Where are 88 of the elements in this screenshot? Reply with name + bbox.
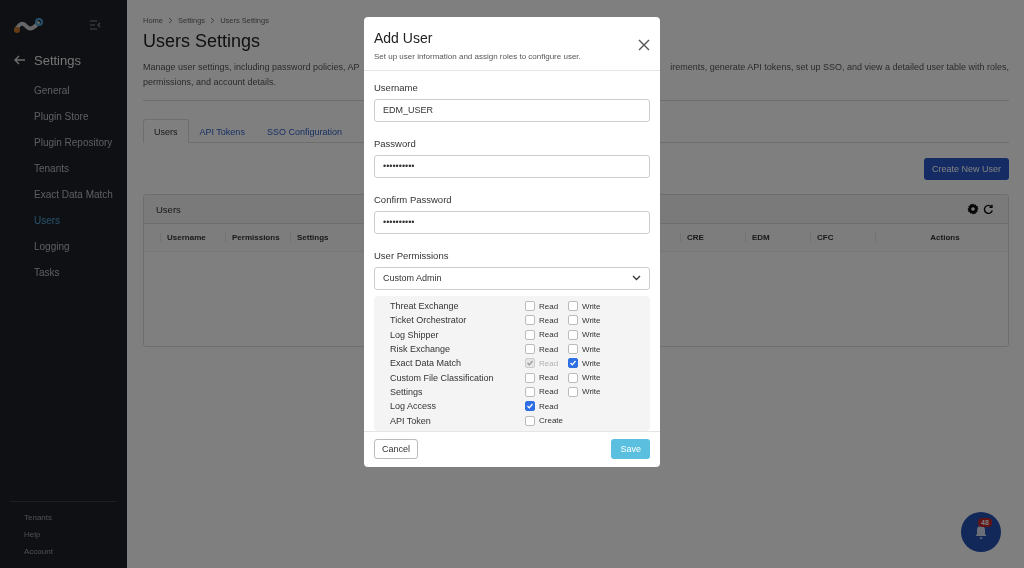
page-title: Users Settings [143, 31, 261, 52]
dialog-subtitle: Set up user information and assign roles to configure user. [374, 52, 582, 61]
checkbox[interactable] [568, 344, 578, 354]
sidebar-item[interactable]: Tasks [0, 259, 127, 285]
tab[interactable]: SSO Configuration [255, 119, 353, 143]
checkbox[interactable] [525, 344, 535, 354]
checkbox[interactable] [525, 301, 535, 312]
checkbox[interactable] [568, 358, 578, 369]
cancel-button[interactable]: Cancel [374, 439, 418, 460]
page-description: Manage user settings, including password policies, AP [143, 62, 360, 72]
checkbox[interactable] [568, 315, 578, 326]
permission-name: Settings [390, 386, 424, 397]
tab[interactable]: Users [143, 119, 189, 143]
breadcrumb-chevron-icon [210, 16, 216, 25]
checkbox-label: Read [539, 330, 559, 340]
checkbox-label: Read [539, 344, 559, 354]
checkbox[interactable] [525, 386, 535, 397]
checkbox-label: Read [539, 387, 559, 397]
chevron-down-icon [632, 275, 641, 282]
back-arrow-icon[interactable] [14, 55, 26, 65]
close-icon[interactable] [637, 38, 651, 52]
checkbox[interactable] [525, 415, 535, 426]
collapse-menu-icon[interactable] [89, 20, 101, 30]
input-field[interactable]: •••••••••• [374, 211, 650, 234]
panel-title: Users [156, 203, 181, 215]
checkbox[interactable] [525, 372, 535, 383]
checkbox[interactable] [568, 372, 578, 383]
sidebar-item[interactable]: Tenants [0, 155, 127, 181]
checkbox[interactable] [525, 329, 535, 340]
field-label: Password [374, 138, 417, 150]
permission-name: API Token [390, 415, 432, 426]
checkbox[interactable] [525, 315, 535, 326]
sidebar-footer-link[interactable]: Account [10, 543, 117, 560]
breadcrumb-chevron-icon [168, 16, 173, 25]
dialog-title: Add User [374, 30, 433, 46]
checkbox-label: Write [582, 301, 601, 311]
checkbox-label: Read [539, 373, 559, 383]
sidebar-item[interactable]: Plugin Repository [0, 129, 127, 155]
checkbox-label: Read [539, 301, 559, 311]
checkbox[interactable] [568, 301, 578, 312]
checkbox-label: Write [582, 330, 601, 340]
column-header: CRE [680, 233, 745, 242]
input-field[interactable]: •••••••••• [374, 155, 650, 178]
sidebar-item[interactable]: Exact Data Match [0, 181, 127, 207]
role-dropdown[interactable]: Custom Admin [374, 267, 650, 290]
column-header: EDM [745, 233, 810, 242]
refresh-icon[interactable] [983, 203, 994, 215]
permission-name: Exact Data Match [390, 358, 463, 369]
logo-icon [13, 17, 43, 33]
checkbox[interactable] [525, 401, 535, 412]
checkbox-label: Write [582, 315, 601, 325]
column-header: Username [160, 233, 225, 242]
permission-name: Log Access [390, 401, 438, 412]
checkbox-label: Write [582, 387, 601, 397]
permission-name: Log Shipper [390, 329, 440, 340]
field-label: Confirm Password [374, 194, 453, 206]
create-user-button[interactable]: Create New User [923, 158, 1009, 180]
permission-name: Threat Exchange [390, 301, 460, 312]
sidebar-item[interactable]: Logging [0, 233, 127, 259]
settings-icon[interactable] [967, 203, 979, 215]
column-header: Settings [290, 233, 355, 242]
checkbox-label: Write [582, 373, 601, 383]
sidebar-title: Settings [34, 52, 81, 68]
column-header: CFC [810, 233, 875, 242]
page-description: irements, generate API tokens, set up SSO, and view a detailed user table with roles, [670, 62, 1009, 72]
sidebar-item[interactable]: Users [0, 207, 127, 233]
checkbox-label: Read [539, 315, 559, 325]
field-label: Username [374, 82, 419, 94]
sidebar-item[interactable]: General [0, 77, 127, 103]
sidebar-footer-link[interactable]: Tenants [10, 509, 117, 526]
save-button[interactable]: Save [611, 439, 650, 460]
sidebar-item[interactable]: Plugin Store [0, 103, 127, 129]
column-header: Permissions [225, 233, 290, 242]
column-header: Actions [875, 233, 1008, 242]
checkbox-label: Write [582, 358, 601, 368]
input-field[interactable]: EDM_USER [374, 99, 650, 122]
tab[interactable]: API Tokens [188, 119, 256, 143]
checkbox[interactable] [568, 329, 578, 340]
permission-name: Risk Exchange [390, 344, 452, 354]
checkbox-label: Read [539, 401, 559, 411]
permission-name: Custom File Classification [390, 372, 495, 383]
field-label: User Permissions [374, 250, 450, 262]
bell-icon [974, 524, 988, 540]
checkbox[interactable] [568, 386, 578, 397]
checkbox-label: Create [539, 416, 563, 425]
checkbox-label: Read [539, 358, 559, 368]
checkbox-label: Write [582, 344, 601, 354]
permission-name: Ticket Orchestrator [390, 315, 468, 326]
